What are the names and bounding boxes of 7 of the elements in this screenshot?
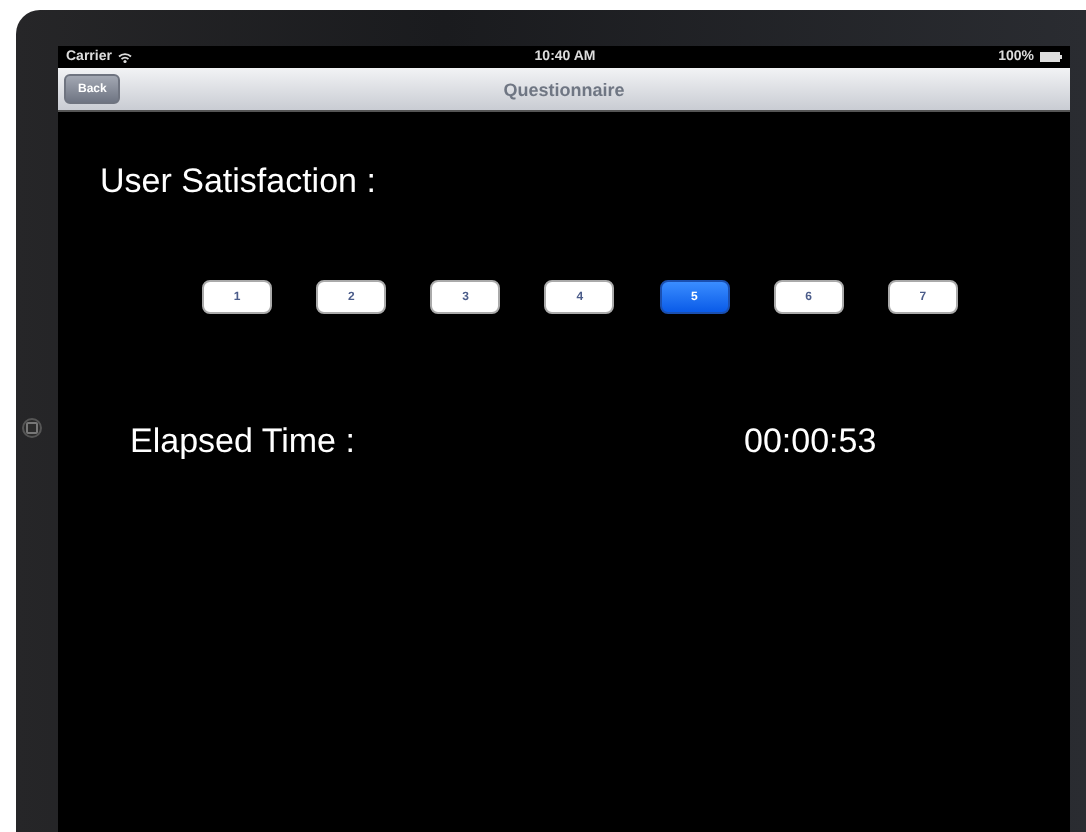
nav-title: Questionnaire bbox=[503, 79, 625, 99]
battery-icon bbox=[1039, 52, 1062, 62]
elapsed-value: 00:00:53 bbox=[744, 422, 877, 462]
satisfaction-label: User Satisfaction : bbox=[100, 162, 378, 202]
elapsed-label: Elapsed Time : bbox=[130, 422, 357, 462]
home-button[interactable] bbox=[22, 418, 42, 438]
wifi-icon bbox=[117, 51, 132, 63]
